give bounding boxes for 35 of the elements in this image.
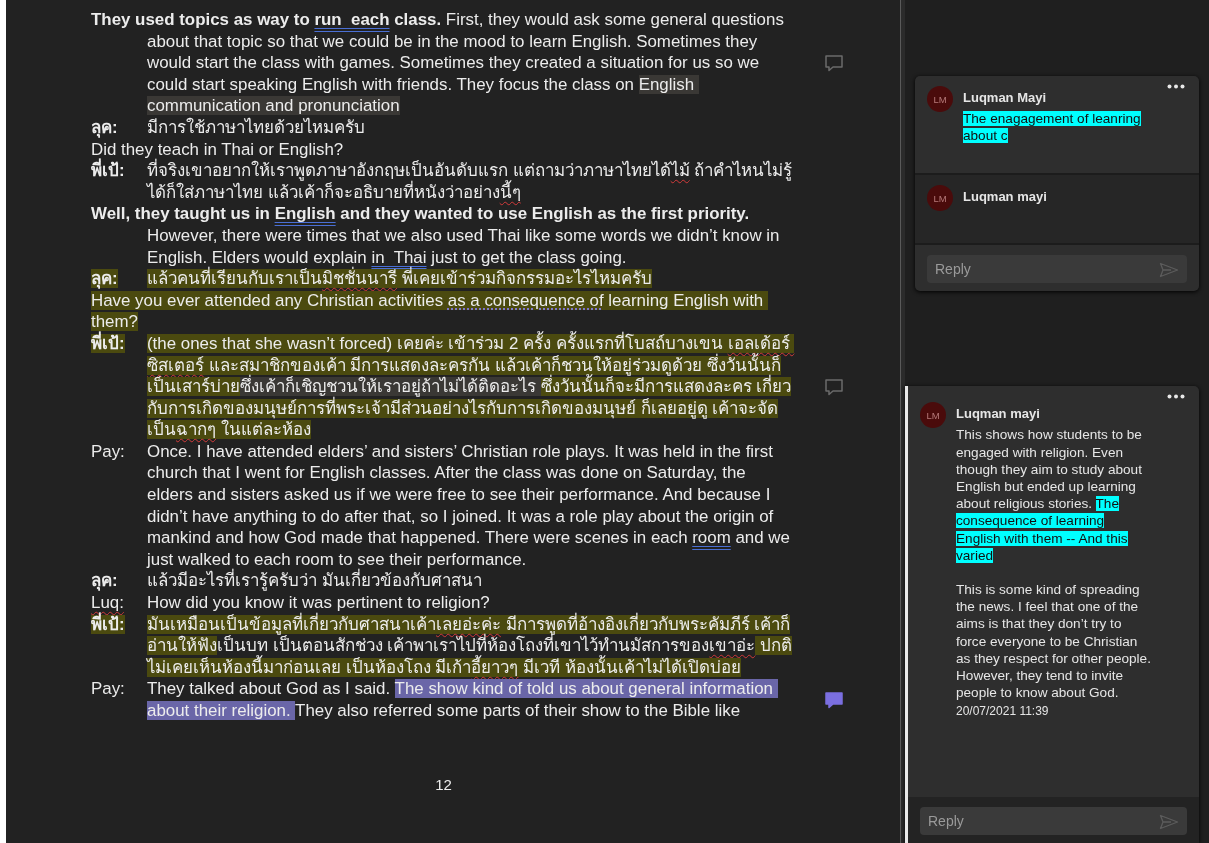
comment-text: The enagagement of leanring about c (963, 110, 1142, 145)
comment-icon[interactable] (823, 377, 844, 396)
comment-card[interactable] (905, 386, 1199, 843)
transcript-paragraph: มันเหมือนเป็นข้อมูลที่เกี่ยวกับศาสนาเค้าเลยอ่ะค่ะ มีการพูดที่อ้างอิงเกี่ยวกับพระคัมภีร์ เค้าก็อ่านให้ฟังเป็นบท เป็นตอนสักช่วง เค้าพาเราไปที่ห้องโถงที่เขาไว้ทำนมัสการของเขาอ่ะ ปกติไม่เคยเห็นห้องนี้มาก่อนเลย เป็นห้องโถง มีเก้าอี้ยาวๆ มีเวที ห้องนั้นเค้าไม่ได้เปิดบ่อย (147, 613, 794, 679)
speaker-label: ลุค: (91, 571, 118, 591)
transcript-paragraph: How did you know it was pertinent to religion? (147, 592, 491, 613)
transcript-paragraph: They used topics as way to run each class. First, they would ask some general questions about that topic so that we could be in the mood to learn English. Sometimes they would start the class with games. Sometimes they created a situation for us so we could start speaking English with friends. They focus the class on English communication and pronunciation (91, 9, 785, 117)
author-avatar: LM (927, 185, 953, 212)
speaker-label: พี่เป้: (91, 614, 125, 634)
comment-text: This is some kind of spreading the news. I feel that one of the aims is that they don’t try to force everyone to be Christian as they respect for other people. However, they tend to invite people to know about God. (956, 581, 1152, 702)
speaker-label: Pay: (91, 679, 125, 699)
comment-icon[interactable] (823, 691, 844, 709)
reply-field[interactable]: Reply (920, 807, 1187, 835)
author-avatar: LM (920, 402, 946, 429)
speaker-label: Luq: (91, 593, 124, 613)
page-number: 12 (435, 774, 452, 795)
comment-author: Luqman Mayi (963, 90, 1047, 105)
more-options-icon[interactable] (1167, 394, 1185, 400)
author-avatar: LM (927, 86, 953, 112)
more-options-icon[interactable] (1167, 84, 1185, 89)
transcript-paragraph: Once. I have attended elders’ and sisters’ Christian role plays. It was held in the first church that I went for English classes. After the class was done on Saturday, the elders and sisters asked us if we were free to see their performance. And because I didn’t have anything to do after that, so I joined. It was a role play about the origin of mankind and how God made that happened. There were scenes in each room and we just walked to each room to see their performance. (147, 440, 791, 569)
transcript-paragraph: Did they teach in Thai or English? (91, 138, 344, 159)
reply-field[interactable]: Reply (927, 255, 1187, 284)
speaker-label: ลุค: (91, 269, 118, 289)
transcript-paragraph: (the ones that she wasn’t forced) เคยค่ะ เข้าร่วม 2 ครั้ง ครั้งแรกที่โบสถ์บางเขน เอลเด้อร์ ซิสเตอร์ และสมาชิกของเค้า มีการแสดงละครกัน แล้วเค้าก็ชวนให้อยู่ร่วมดูด้วย ซึ่งวันนั้นก็เป็นเสาร์บ่ายซึ่งเค้าก็เชิญชวนให้เราอยู่ถ้าไม่ได้ติดอะไร ซึ่งวันนั้นก็จะมีการแสดงละคร เกี่ยวกับการเกิดของมนุษย์การที่พระเจ้ามีส่วนอย่างไรกับการเกิดของมนุษย์ ก็เลยอยู่ดู เค้าจะจัดเป็นฉากๆ ในแต่ละห้อง (147, 332, 796, 441)
comment-author: Luqman mayi (956, 406, 1040, 422)
speaker-label: ลุค: (91, 117, 118, 137)
transcript-paragraph: แล้วมีอะไรที่เรารู้ครับว่า มันเกี่ยวข้องกับศาสนา (147, 570, 796, 593)
comment-card[interactable]: LM Luqman Mayi The enagagement of leanring about c LM Luqman mayi Reply (915, 76, 1199, 292)
comment-icon[interactable] (823, 54, 844, 72)
comment-timestamp: 20/07/2021 11:39 (956, 704, 1049, 719)
speaker-label: Pay: (91, 441, 125, 461)
speaker-label: พี่เป้: (91, 333, 125, 353)
transcript-paragraph: มีการใช้ภาษาไทยด้วยไหมครับ (147, 116, 366, 139)
comment-author: Luqman mayi (963, 189, 1047, 205)
